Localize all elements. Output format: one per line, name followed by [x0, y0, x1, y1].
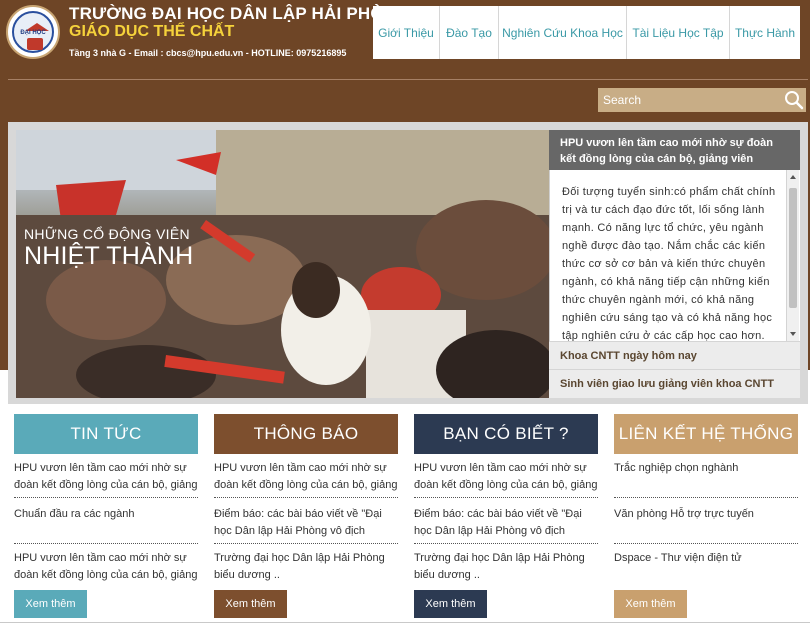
nav-item-gioi-thieu[interactable]: Giới Thiệu	[373, 6, 440, 59]
list-item[interactable]: Trắc nghiệp chọn nghành	[614, 460, 798, 477]
search-icon[interactable]	[784, 90, 804, 110]
search-input[interactable]	[598, 88, 782, 112]
school-logo[interactable]: ĐẠI HỌC	[6, 5, 60, 59]
slider-item-giao-luu[interactable]: Sinh viên giao lưu giảng viên khoa CNTT	[549, 369, 800, 398]
slider-active-text: Đối tượng tuyển sinh:có phẩm chất chính …	[562, 186, 776, 341]
list-divider	[214, 497, 398, 498]
column-title: TIN TỨC	[14, 414, 198, 454]
see-more-button[interactable]: Xem thêm	[14, 590, 87, 618]
list-item[interactable]: HPU vươn lên tầm cao mới nhờ sự đoàn kết…	[414, 460, 598, 494]
department-name: GIÁO DỤC THỂ CHẤT	[69, 23, 235, 40]
header-divider	[8, 79, 808, 80]
main-nav: Giới Thiệu Đào Tạo Nghiên Cứu Khoa Học T…	[373, 6, 800, 59]
column-ban-co-biet: BẠN CÓ BIẾT ? HPU vươn lên tầm cao mới n…	[414, 414, 598, 624]
list-item[interactable]: Dspace - Thư viện điện tử	[614, 550, 798, 567]
slider-scrollbar[interactable]	[786, 170, 799, 341]
column-lien-ket-he-thong: LIÊN KẾT HỆ THỐNG Trắc nghiệp chọn nghàn…	[614, 414, 798, 624]
list-item[interactable]: HPU vươn lên tầm cao mới nhờ sự đoàn kết…	[14, 550, 198, 584]
list-item[interactable]: HPU vươn lên tầm cao mới nhờ sự đoàn kết…	[214, 460, 398, 494]
list-divider	[14, 497, 198, 498]
list-item[interactable]: Điểm báo: các bài báo viết về "Đại học D…	[414, 506, 598, 540]
slider-item-khoa-cntt[interactable]: Khoa CNTT ngày hôm nay	[549, 341, 800, 369]
list-item[interactable]: Văn phòng Hỗ trợ trực tuyến	[614, 506, 798, 523]
column-thong-bao: THÔNG BÁO HPU vươn lên tầm cao mới nhờ s…	[214, 414, 398, 624]
see-more-button[interactable]: Xem thêm	[614, 590, 687, 618]
scroll-down-icon[interactable]	[790, 332, 796, 336]
slider-caption-line2: NHIỆT THÀNH	[24, 242, 194, 270]
slider-photo[interactable]: NHỮNG CỔ ĐỘNG VIÊN NHIỆT THÀNH	[16, 130, 550, 398]
list-divider	[614, 543, 798, 544]
featured-slider: NHỮNG CỔ ĐỘNG VIÊN NHIỆT THÀNH HPU vươn …	[8, 122, 808, 404]
search-box	[598, 88, 806, 112]
list-divider	[214, 543, 398, 544]
list-divider	[14, 543, 198, 544]
column-title: LIÊN KẾT HỆ THỐNG	[614, 414, 798, 454]
logo-emblem: ĐẠI HỌC	[12, 11, 54, 53]
list-divider	[414, 543, 598, 544]
slider-side-panel: HPU vươn lên tầm cao mới nhờ sự đoàn kết…	[549, 130, 800, 398]
footer-divider	[0, 622, 810, 623]
nav-item-thuc-hanh[interactable]: Thực Hành	[730, 6, 800, 59]
list-item[interactable]: HPU vươn lên tầm cao mới nhờ sự đoàn kết…	[14, 460, 198, 494]
list-item[interactable]: Trường đại học Dân lập Hải Phòng biểu dư…	[414, 550, 598, 584]
logo-text: ĐẠI HỌC	[20, 30, 46, 36]
scroll-thumb[interactable]	[789, 188, 797, 308]
nav-item-tai-lieu-hoc-tap[interactable]: Tài Liệu Học Tập	[627, 6, 730, 59]
contact-info: Tầng 3 nhà G - Email : cbcs@hpu.edu.vn -…	[69, 48, 347, 58]
slider-active-body: Đối tượng tuyển sinh:có phẩm chất chính …	[549, 170, 800, 341]
list-item[interactable]: Trường đại học Dân lập Hải Phòng biểu dư…	[214, 550, 398, 584]
scroll-up-icon[interactable]	[790, 175, 796, 179]
column-title: THÔNG BÁO	[214, 414, 398, 454]
nav-item-nghien-cuu-khoa-hoc[interactable]: Nghiên Cứu Khoa Học	[499, 6, 627, 59]
slider-caption-line1: NHỮNG CỔ ĐỘNG VIÊN	[24, 226, 190, 242]
logo-shield-icon	[27, 38, 43, 50]
column-tin-tuc: TIN TỨC HPU vươn lên tầm cao mới nhờ sự …	[14, 414, 198, 624]
column-title: BẠN CÓ BIẾT ?	[414, 414, 598, 454]
see-more-button[interactable]: Xem thêm	[414, 590, 487, 618]
list-divider	[614, 497, 798, 498]
see-more-button[interactable]: Xem thêm	[214, 590, 287, 618]
list-divider	[414, 497, 598, 498]
slider-active-title[interactable]: HPU vươn lên tầm cao mới nhờ sự đoàn kết…	[549, 130, 800, 170]
school-name: TRƯỜNG ĐẠI HỌC DÂN LẬP HẢI PHÒNG	[69, 4, 410, 23]
list-item[interactable]: Điểm báo: các bài báo viết về "Đại học D…	[214, 506, 398, 540]
nav-item-dao-tao[interactable]: Đào Tạo	[440, 6, 499, 59]
list-item[interactable]: Chuẩn đầu ra các ngành	[14, 506, 198, 523]
